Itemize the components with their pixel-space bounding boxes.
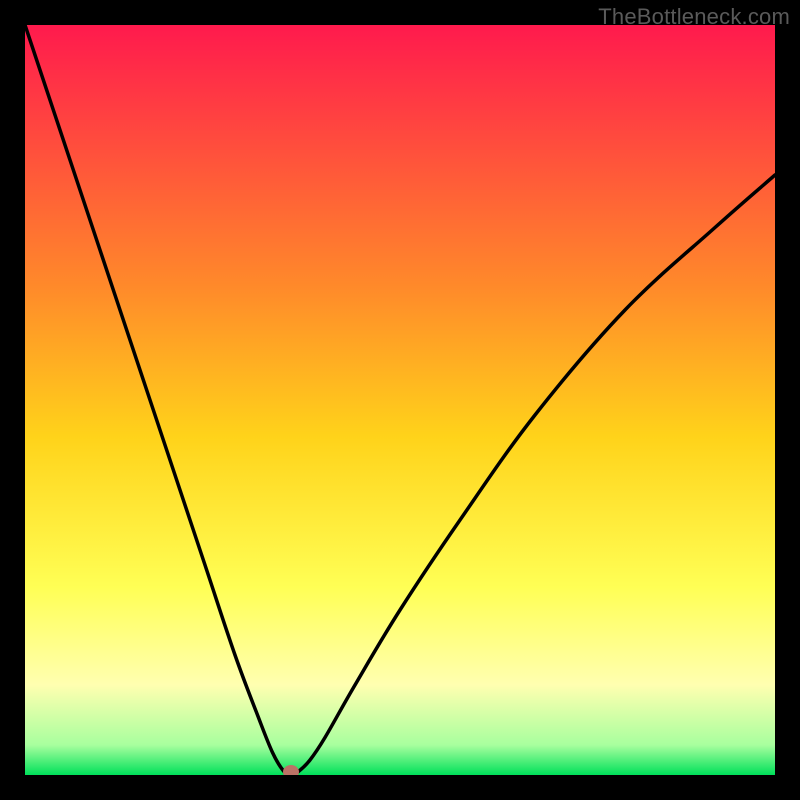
plot-frame [25, 25, 775, 775]
bottleneck-curve [25, 25, 775, 775]
curve-layer [25, 25, 775, 775]
chart-container: TheBottleneck.com [0, 0, 800, 800]
watermark-text: TheBottleneck.com [598, 4, 790, 30]
plot-area [25, 25, 775, 775]
min-marker-icon [283, 765, 299, 775]
